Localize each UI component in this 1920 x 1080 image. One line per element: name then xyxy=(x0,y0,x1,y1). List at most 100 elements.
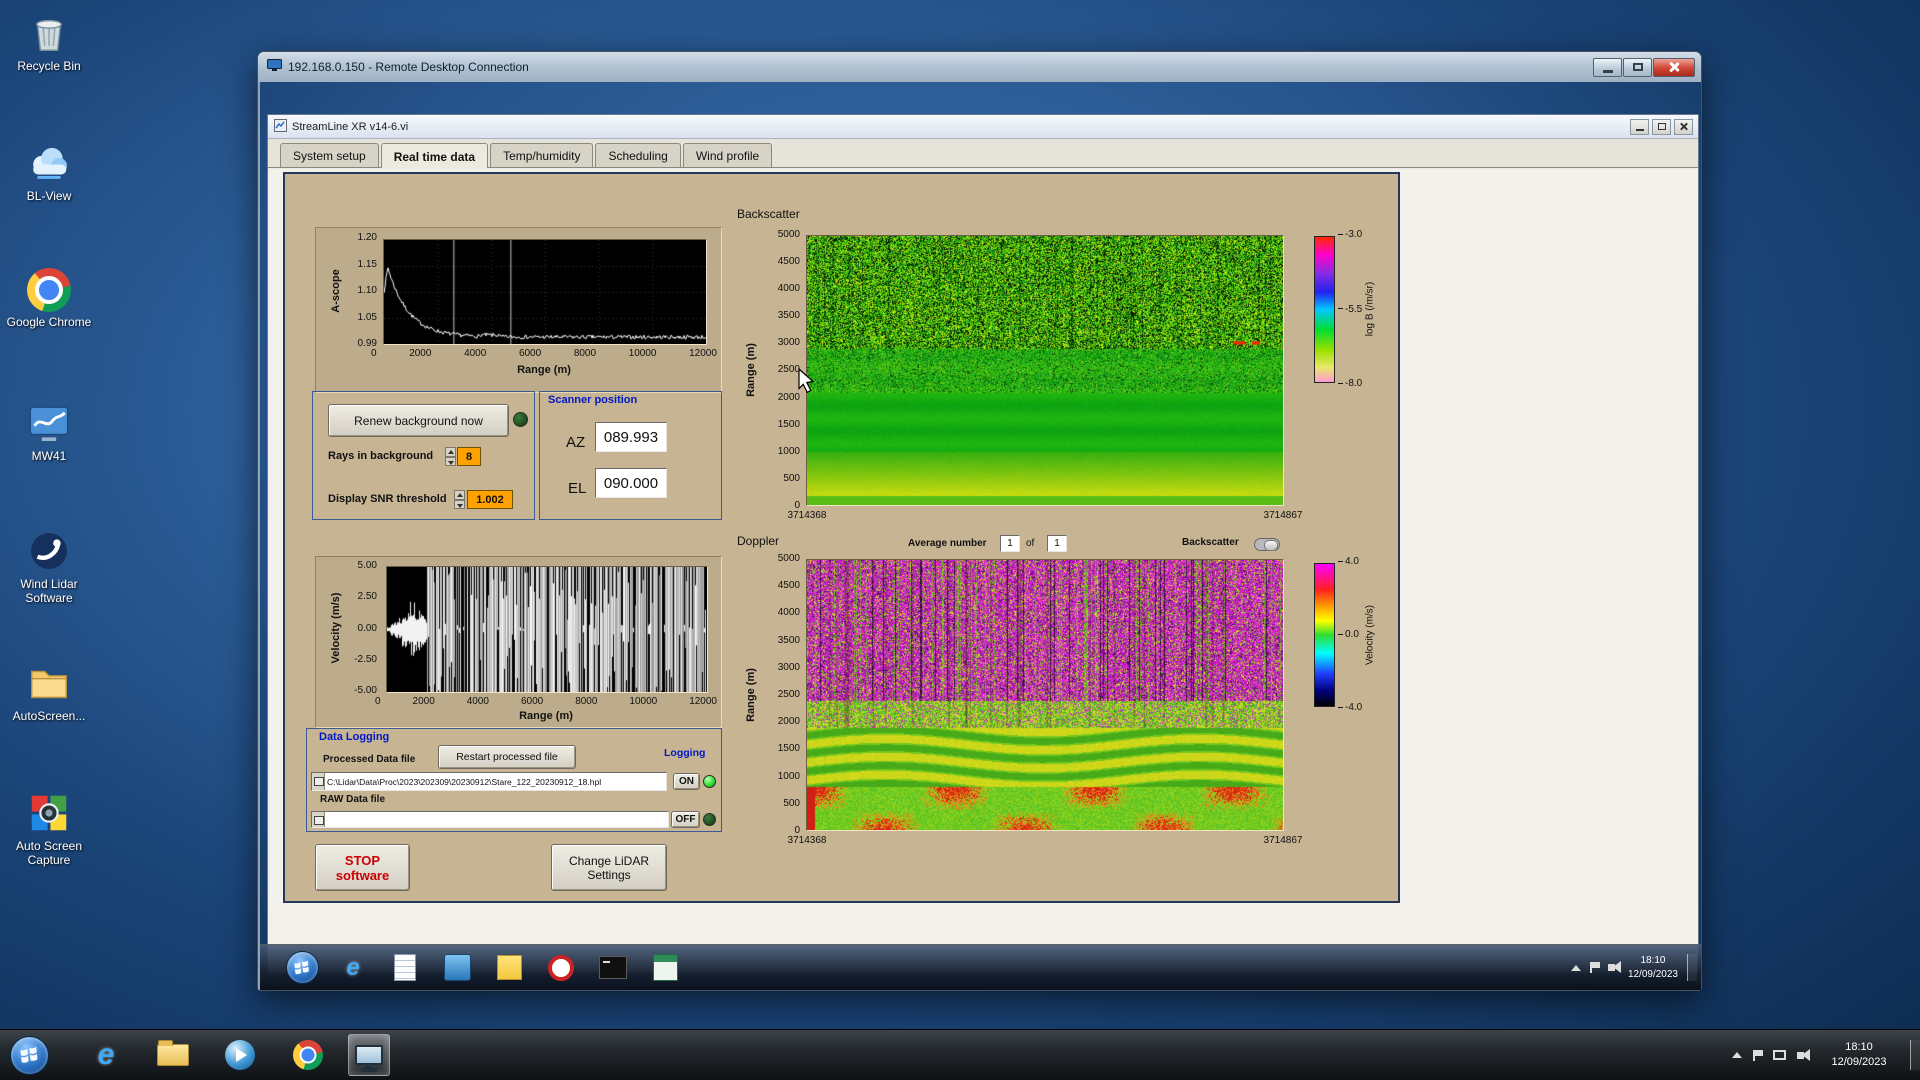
auto-screen-capture-icon xyxy=(26,790,72,836)
restart-processed-file-button[interactable]: Restart processed file xyxy=(438,745,576,769)
snr-value-field[interactable]: 1.002 xyxy=(467,490,513,509)
tick-label: 8000 xyxy=(575,696,598,707)
maximize-button[interactable] xyxy=(1623,57,1652,77)
browse-icon[interactable] xyxy=(312,773,325,790)
remote-taskbar-ie[interactable]: e xyxy=(335,950,371,986)
renew-background-button[interactable]: Renew background now xyxy=(328,404,509,437)
app-minimize-button[interactable] xyxy=(1630,118,1649,135)
tab-real-time-data[interactable]: Real time data xyxy=(380,143,489,168)
blue-app-icon xyxy=(443,954,471,981)
desktop-icon-recycle-bin[interactable]: Recycle Bin xyxy=(3,10,95,73)
stepper-down-icon[interactable] xyxy=(445,456,456,466)
velocity-x-ticks: 0 2000 4000 6000 8000 10000 12000 xyxy=(375,697,717,707)
processed-logging-state[interactable]: ON xyxy=(673,773,700,790)
backscatter-colorbar-ticks: -3.0 -5.5 -8.0 xyxy=(1338,230,1362,389)
tab-system-setup[interactable]: System setup xyxy=(280,143,379,167)
tick-label: 500 xyxy=(783,472,800,484)
tray-expand-icon[interactable] xyxy=(1732,1052,1742,1058)
desktop-icon-wind-lidar[interactable]: Wind Lidar Software xyxy=(3,528,95,605)
tab-wind-profile[interactable]: Wind profile xyxy=(682,143,773,167)
tick-label: 3000 xyxy=(777,661,800,673)
chrome-icon xyxy=(293,1040,323,1070)
action-center-icon[interactable] xyxy=(1589,962,1600,973)
el-value-field[interactable]: 090.000 xyxy=(595,468,667,498)
start-button[interactable] xyxy=(10,1035,49,1075)
network-icon[interactable] xyxy=(1773,1050,1786,1060)
browse-icon[interactable] xyxy=(312,812,325,827)
raw-logging-state[interactable]: OFF xyxy=(671,811,700,828)
tick-label: 1500 xyxy=(777,743,800,755)
stepper-down-icon[interactable] xyxy=(454,499,465,509)
rdp-title-bar[interactable]: 192.168.0.150 - Remote Desktop Connectio… xyxy=(258,52,1701,82)
change-lidar-settings-button[interactable]: Change LiDAR Settings xyxy=(551,844,667,891)
snr-stepper[interactable] xyxy=(454,490,465,509)
taskbar-remote-desktop-active[interactable] xyxy=(348,1034,390,1076)
desktop-icon-google-chrome[interactable]: Google Chrome xyxy=(3,268,95,329)
tick-label: 12000 xyxy=(689,348,717,359)
minimize-button[interactable] xyxy=(1593,57,1622,77)
backscatter-toggle-label: Backscatter xyxy=(1182,537,1239,548)
remote-taskbar-notepad[interactable] xyxy=(387,950,423,986)
doppler-colorbar xyxy=(1314,563,1335,707)
backscatter-toggle[interactable] xyxy=(1254,538,1280,551)
taskbar-media-player[interactable] xyxy=(219,1034,261,1076)
show-desktop-button[interactable] xyxy=(1910,1040,1920,1070)
close-icon xyxy=(1679,122,1688,131)
rays-value-field[interactable]: 8 xyxy=(457,447,481,466)
minimize-icon xyxy=(1635,129,1644,131)
desktop-icon-mw41[interactable]: MW41 xyxy=(3,400,95,463)
raw-path-field[interactable] xyxy=(311,811,669,828)
icon-label: Recycle Bin xyxy=(17,59,81,73)
app-title-bar[interactable]: StreamLine XR v14-6.vi xyxy=(268,115,1698,139)
of-label: of xyxy=(1026,538,1035,549)
volume-icon[interactable] xyxy=(1797,1048,1810,1061)
az-value-field[interactable]: 089.993 xyxy=(595,422,667,452)
command-prompt-icon xyxy=(599,956,627,979)
app-icon xyxy=(274,118,287,135)
snr-label: Display SNR threshold xyxy=(328,493,447,505)
taskbar-explorer[interactable] xyxy=(152,1034,194,1076)
tick-label: -4.0 xyxy=(1338,703,1362,713)
rays-label: Rays in background xyxy=(328,450,434,462)
tick-label: -8.0 xyxy=(1338,379,1362,389)
tick-label: 6000 xyxy=(518,348,542,359)
tab-scheduling[interactable]: Scheduling xyxy=(595,143,681,167)
desktop-icon-autoscreen-folder[interactable]: AutoScreen... xyxy=(3,660,95,723)
taskbar-ie[interactable]: e xyxy=(85,1034,127,1076)
remote-taskbar-cmd[interactable] xyxy=(595,950,631,986)
volume-icon[interactable] xyxy=(1607,961,1621,973)
remote-taskbar-sticky-notes[interactable] xyxy=(491,950,527,986)
desktop-icon-bl-view[interactable]: BL-View xyxy=(3,140,95,203)
desktop-icon-auto-screen-capture[interactable]: Auto Screen Capture xyxy=(3,790,95,867)
rays-stepper[interactable] xyxy=(445,447,456,466)
data-logging-title: Data Logging xyxy=(319,731,390,743)
tray-expand-icon[interactable] xyxy=(1570,964,1581,971)
remote-taskbar-power-app[interactable] xyxy=(543,950,579,986)
remote-clock[interactable]: 18:10 12/09/2023 xyxy=(1628,954,1678,981)
processed-path-field[interactable]: C:\Lidar\Data\Proc\2023\202309\20230912\… xyxy=(311,772,667,791)
action-center-icon[interactable] xyxy=(1753,1049,1763,1061)
raw-logging-led xyxy=(703,813,716,826)
stop-software-button[interactable]: STOP software xyxy=(315,844,410,891)
average-number-field[interactable]: 1 xyxy=(1000,535,1020,552)
remote-show-desktop-button[interactable] xyxy=(1687,954,1697,981)
host-clock[interactable]: 18:10 12/09/2023 xyxy=(1819,1040,1899,1070)
app-restore-button[interactable] xyxy=(1652,118,1671,135)
tab-temp-humidity[interactable]: Temp/humidity xyxy=(490,143,594,167)
tick-label: 4000 xyxy=(777,283,800,295)
tick-label: 0.0 xyxy=(1338,630,1362,640)
remote-start-button[interactable] xyxy=(286,951,319,984)
remote-taskbar-tool[interactable] xyxy=(439,950,475,986)
tick-label: 2500 xyxy=(777,364,800,376)
taskbar-chrome[interactable] xyxy=(287,1034,329,1076)
ascope-x-ticks: 0 2000 4000 6000 8000 10000 12000 xyxy=(371,349,717,359)
average-count-field[interactable]: 1 xyxy=(1047,535,1067,552)
stepper-up-icon[interactable] xyxy=(445,447,456,457)
stepper-up-icon[interactable] xyxy=(454,490,465,500)
app-close-button[interactable] xyxy=(1674,118,1693,135)
tick-label: 2000 xyxy=(777,391,800,403)
close-button[interactable] xyxy=(1653,57,1695,77)
app-window-title: StreamLine XR v14-6.vi xyxy=(292,120,409,133)
doppler-x-end: 3714867 xyxy=(1263,835,1303,846)
remote-taskbar-spreadsheet[interactable] xyxy=(647,950,683,986)
